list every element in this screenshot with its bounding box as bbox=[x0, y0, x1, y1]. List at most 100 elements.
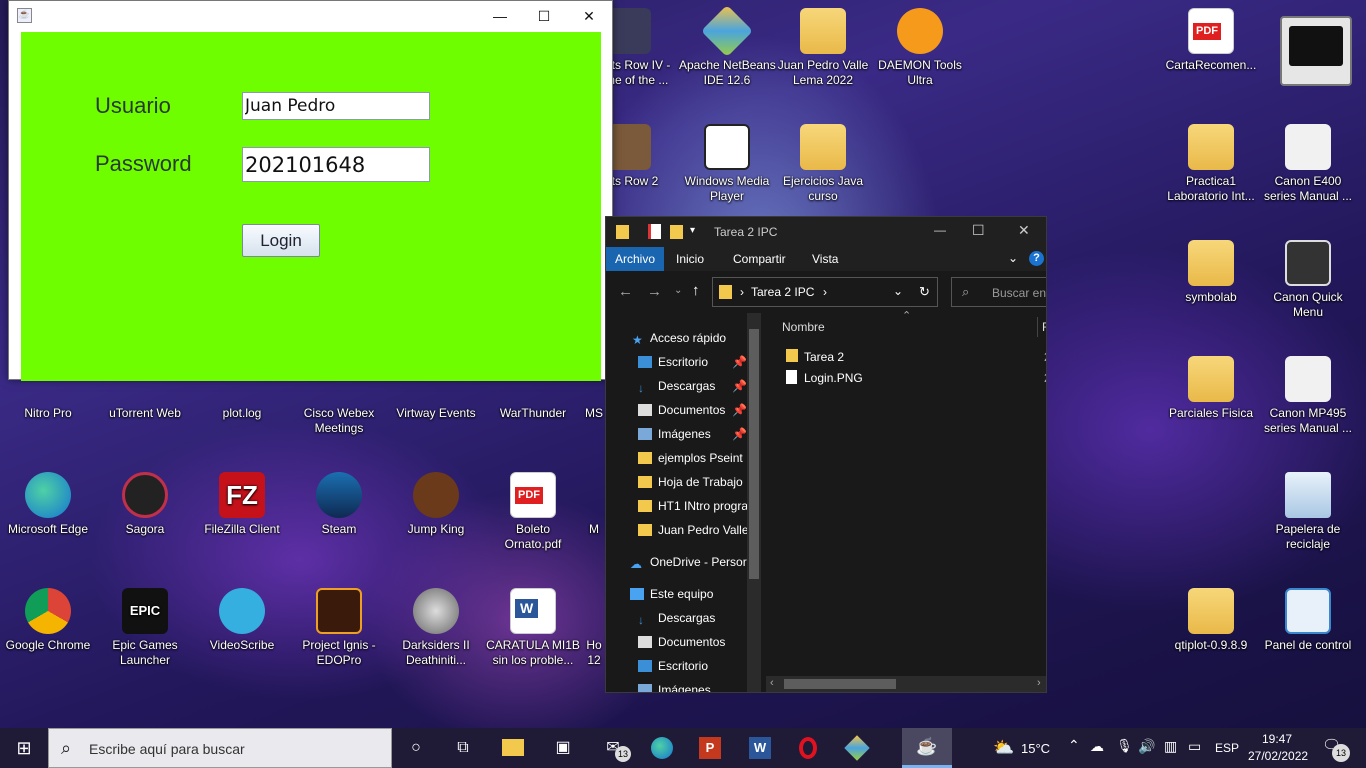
nav-juan-pedro[interactable]: Juan Pedro Valle bbox=[638, 518, 749, 542]
nav-onedrive[interactable]: ☁ OneDrive - Persor bbox=[630, 550, 747, 574]
weather-icon[interactable]: ⛅ bbox=[988, 732, 1020, 764]
nav-pc-documentos[interactable]: Documentos bbox=[638, 630, 725, 654]
minimize-button[interactable]: — bbox=[934, 223, 946, 237]
netbeans-taskbar-icon[interactable] bbox=[841, 732, 873, 764]
nav-acceso-rapido[interactable]: ★ Acceso rápido bbox=[632, 326, 726, 350]
refresh-icon[interactable]: ↻ bbox=[919, 284, 930, 300]
nav-pc-descargas[interactable]: ↓ Descargas bbox=[638, 606, 715, 630]
maximize-button[interactable]: ☐ bbox=[972, 222, 985, 239]
recent-dropdown-icon[interactable]: ⌄ bbox=[674, 285, 682, 296]
onedrive-icon[interactable]: ☁ bbox=[1090, 738, 1104, 755]
microphone-icon[interactable]: 🎙 bbox=[1116, 738, 1133, 754]
desktop-icon-ms[interactable]: MS bbox=[582, 382, 606, 421]
desktop-icon-recycle-bin[interactable]: Papelera de reciclaje bbox=[1260, 472, 1356, 552]
desktop-icon-juan-pedro-folder[interactable]: Juan Pedro Valle Lema 2022 bbox=[775, 8, 871, 88]
nav-descargas[interactable]: ↓ Descargas 📌 bbox=[638, 374, 747, 398]
desktop-icon-caratula[interactable]: W CARATULA MI1B sin los proble... bbox=[485, 588, 581, 668]
desktop-icon-darksiders[interactable]: Darksiders II Deathiniti... bbox=[388, 588, 484, 668]
desktop-icon-nitro-pro[interactable]: Nitro Pro bbox=[0, 382, 96, 421]
nav-este-equipo[interactable]: Este equipo bbox=[630, 582, 713, 606]
desktop-icon-parciales-fisica[interactable]: Parciales Fisica bbox=[1163, 356, 1259, 421]
word-icon[interactable]: W bbox=[744, 732, 776, 764]
volume-icon[interactable]: 🔊 bbox=[1138, 738, 1155, 755]
forward-icon[interactable]: → bbox=[647, 283, 662, 300]
taskbar-search-box[interactable]: ⌕ Escribe aquí para buscar bbox=[48, 728, 392, 768]
column-divider[interactable] bbox=[1037, 317, 1038, 337]
language-indicator[interactable]: ESP bbox=[1215, 741, 1239, 755]
nav-pc-escritorio[interactable]: Escritorio bbox=[638, 654, 708, 678]
column-header-fecha[interactable]: F bbox=[1042, 320, 1046, 334]
desktop-icon-plot-log[interactable]: plot.log bbox=[194, 382, 290, 421]
desktop-icon-steam[interactable]: Steam bbox=[291, 472, 387, 537]
desktop-icon-m[interactable]: M bbox=[582, 472, 606, 537]
expand-ribbon-icon[interactable]: ⌄ bbox=[1008, 251, 1018, 265]
nav-hoja-de-trabajo[interactable]: Hoja de Trabajo bbox=[638, 470, 743, 494]
taskbar-app-icon[interactable]: ▣ bbox=[547, 732, 579, 764]
new-folder-icon[interactable] bbox=[670, 225, 683, 239]
clock-date[interactable]: 27/02/2022 bbox=[1248, 749, 1308, 763]
java-taskbar-icon[interactable]: ☕ bbox=[902, 728, 952, 768]
breadcrumb-current[interactable]: Tarea 2 IPC bbox=[751, 285, 814, 299]
tab-compartir[interactable]: Compartir bbox=[733, 252, 786, 266]
nav-pc-imagenes[interactable]: Imágenes bbox=[638, 678, 711, 692]
properties-icon[interactable] bbox=[648, 224, 661, 239]
address-dropdown-icon[interactable]: ⌄ bbox=[893, 284, 903, 298]
desktop-icon-qtiplot[interactable]: qtiplot-0.9.8.9 bbox=[1163, 588, 1259, 653]
nav-escritorio[interactable]: Escritorio 📌 bbox=[638, 350, 747, 374]
desktop-icon-canon-quick-menu[interactable]: Canon Quick Menu bbox=[1260, 240, 1356, 320]
close-button[interactable]: ✕ bbox=[1018, 222, 1030, 239]
nav-ejemplos-pseint[interactable]: ejemplos Pseint bbox=[638, 446, 743, 470]
desktop-icon-wmp[interactable]: Windows Media Player bbox=[679, 124, 775, 204]
task-view-icon[interactable]: ⧉ bbox=[447, 732, 479, 764]
nav-imagenes[interactable]: Imágenes 📌 bbox=[638, 422, 747, 446]
desktop-icon-boleto-ornato[interactable]: PDF Boleto Ornato.pdf bbox=[485, 472, 581, 552]
nav-documentos[interactable]: Documentos 📌 bbox=[638, 398, 747, 422]
tab-vista[interactable]: Vista bbox=[812, 252, 838, 266]
close-button[interactable]: ✕ bbox=[566, 1, 612, 31]
desktop-icon-netbeans[interactable]: Apache NetBeans IDE 12.6 bbox=[679, 4, 776, 88]
horizontal-scrollbar-thumb[interactable] bbox=[784, 679, 896, 689]
nav-scrollbar-thumb[interactable] bbox=[749, 329, 759, 579]
desktop-icon-videoscribe[interactable]: VideoScribe bbox=[194, 588, 290, 653]
address-bar[interactable]: › Tarea 2 IPC › ⌄ ↻ bbox=[712, 277, 938, 307]
help-icon[interactable]: ? bbox=[1029, 251, 1044, 266]
maximize-button[interactable]: ☐ bbox=[521, 1, 567, 31]
desktop-icon-canon-e400[interactable]: Canon E400 series Manual ... bbox=[1260, 124, 1356, 204]
usuario-input[interactable] bbox=[242, 92, 430, 120]
nav-scrollbar[interactable] bbox=[747, 313, 761, 692]
mail-icon[interactable]: ✉ 13 bbox=[597, 732, 631, 764]
notification-center-button[interactable]: 🗨 13 bbox=[1322, 736, 1350, 762]
desktop-icon-project-ignis[interactable]: Project Ignis - EDOPro bbox=[291, 588, 387, 668]
show-hidden-icons-icon[interactable]: ⌃ bbox=[1068, 737, 1080, 754]
quick-access-dropdown-icon[interactable]: ▾ bbox=[690, 225, 695, 236]
back-icon[interactable]: ← bbox=[618, 283, 633, 300]
desktop-icon-panel-control[interactable]: Panel de control bbox=[1260, 588, 1356, 653]
minimize-button[interactable]: — bbox=[477, 1, 523, 31]
scroll-right-icon[interactable]: › bbox=[1037, 677, 1041, 689]
opera-icon[interactable] bbox=[792, 732, 824, 764]
desktop-icon-utorrent[interactable]: uTorrent Web bbox=[97, 382, 193, 421]
tab-archivo[interactable]: Archivo bbox=[606, 247, 665, 271]
horizontal-scrollbar[interactable]: ‹ › bbox=[766, 676, 1046, 692]
edge-taskbar-icon[interactable] bbox=[646, 732, 678, 764]
battery-icon[interactable]: ▭ bbox=[1188, 738, 1201, 755]
desktop-icon-ho[interactable]: Ho 12 bbox=[582, 588, 606, 668]
desktop-icon-jump-king[interactable]: Jump King bbox=[388, 472, 484, 537]
list-item[interactable]: Login.PNG 2 bbox=[782, 368, 1046, 388]
scroll-left-icon[interactable]: ‹ bbox=[770, 677, 774, 689]
search-box[interactable]: ⌕ Buscar en bbox=[951, 277, 1046, 307]
desktop-icon-virtway[interactable]: Virtway Events bbox=[388, 382, 484, 421]
desktop-icon-cisco-webex[interactable]: Cisco Webex Meetings bbox=[291, 382, 387, 436]
nav-ht1[interactable]: HT1 INtro progra bbox=[638, 494, 748, 518]
start-button[interactable]: ⊞ bbox=[8, 732, 40, 764]
up-icon[interactable]: ↑ bbox=[692, 282, 700, 299]
desktop-icon-epic-games[interactable]: EPIC Epic Games Launcher bbox=[97, 588, 193, 668]
login-button[interactable]: Login bbox=[242, 224, 320, 257]
desktop-icon-filezilla[interactable]: FZ FileZilla Client bbox=[194, 472, 290, 537]
cortana-icon[interactable]: ○ bbox=[400, 732, 432, 764]
desktop-icon-carta[interactable]: PDF CartaRecomen... bbox=[1163, 8, 1259, 73]
desktop-icon-practica1[interactable]: Practica1 Laboratorio Int... bbox=[1163, 124, 1259, 204]
desktop-icon-sagora[interactable]: Sagora bbox=[97, 472, 193, 537]
desktop-icon-daemon-tools[interactable]: DAEMON Tools Ultra bbox=[872, 8, 968, 88]
network-icon[interactable]: ▥ bbox=[1164, 738, 1177, 755]
